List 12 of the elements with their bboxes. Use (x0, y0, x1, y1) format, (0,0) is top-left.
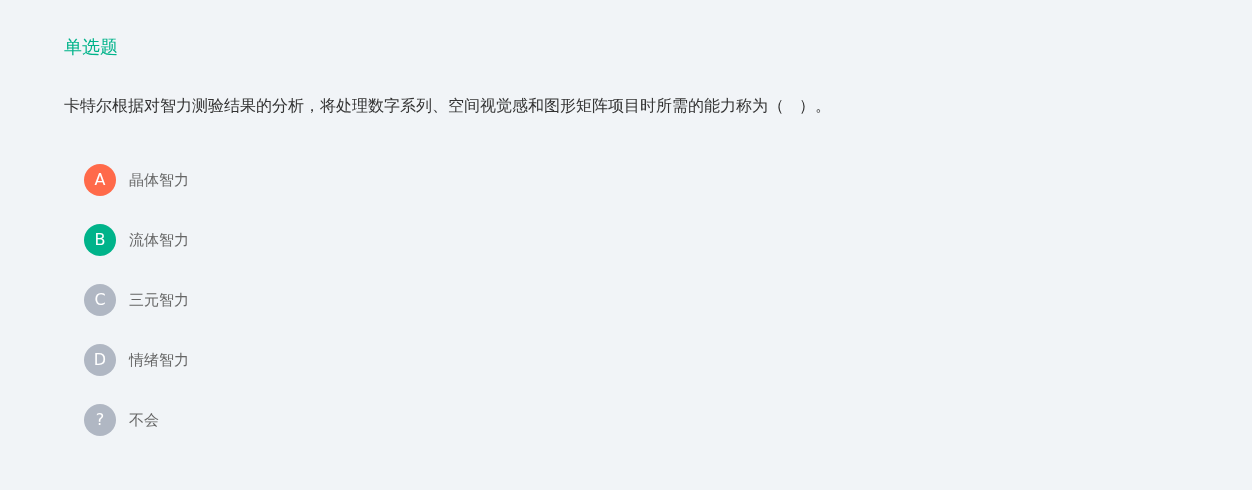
question-text: 卡特尔根据对智力测验结果的分析，将处理数字系列、空间视觉感和图形矩阵项目时所需的能力称为（ ）。 (64, 95, 832, 117)
answer-option[interactable]: B 流体智力 (84, 224, 189, 256)
option-badge: C (84, 284, 116, 316)
option-badge: B (84, 224, 116, 256)
option-badge: A (84, 164, 116, 196)
option-badge: D (84, 344, 116, 376)
question-type: 单选题 (64, 35, 118, 59)
answer-option[interactable]: D 情绪智力 (84, 344, 189, 376)
answer-option[interactable]: ? 不会 (84, 404, 159, 436)
answer-option[interactable]: C 三元智力 (84, 284, 189, 316)
answer-option[interactable]: A 晶体智力 (84, 164, 189, 196)
option-badge: ? (84, 404, 116, 436)
